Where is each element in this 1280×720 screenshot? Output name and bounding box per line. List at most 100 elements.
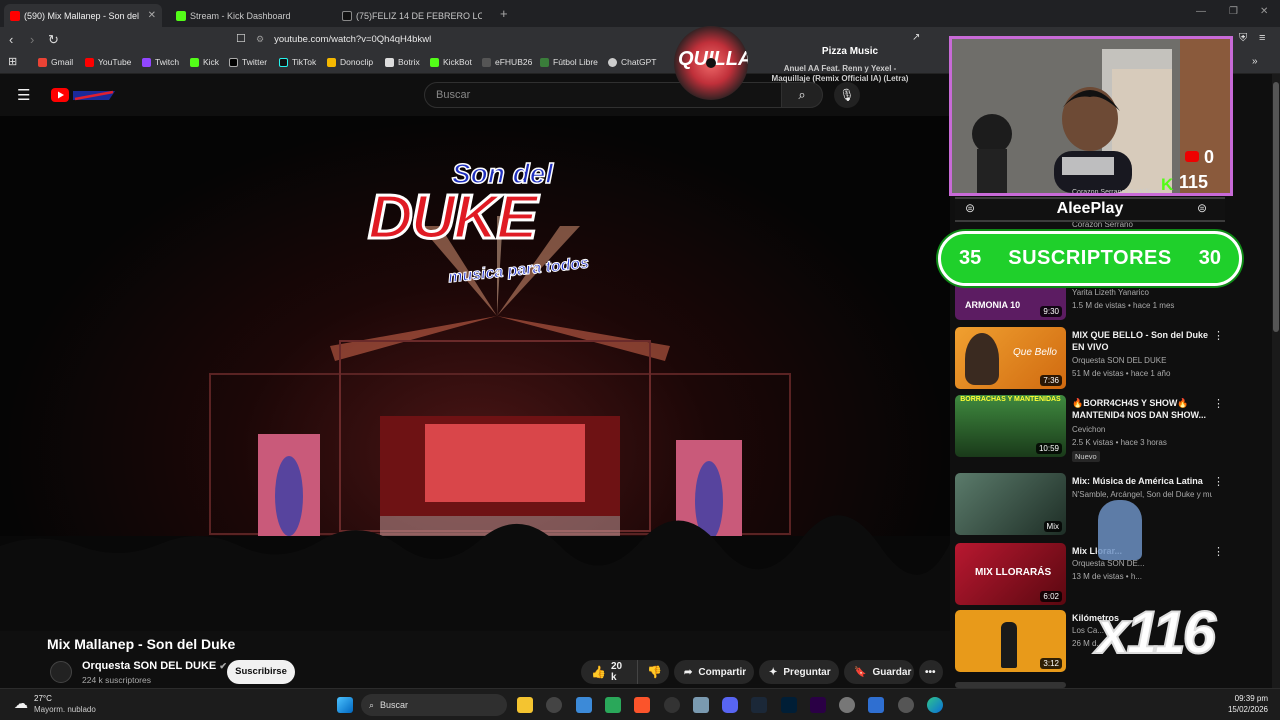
- maximize-icon[interactable]: ❐: [1229, 6, 1238, 17]
- apps-grid-icon[interactable]: ⊞: [8, 55, 17, 68]
- music-title: Pizza Music: [821, 46, 879, 57]
- steam-icon[interactable]: [751, 697, 767, 713]
- rec-channel: N'Samble, Arcángel, Son del Duke y muc..…: [1072, 490, 1212, 499]
- bookmark-tiktok[interactable]: TikTok: [279, 57, 316, 67]
- streamer-name: AleePlay: [1056, 200, 1124, 217]
- media-icon[interactable]: [664, 697, 680, 713]
- rec-more-icon[interactable]: ⋮: [1213, 545, 1224, 558]
- address-bar[interactable]: ⚙ youtube.com/watch?v=0Qh4qH4bkwl: [256, 30, 676, 49]
- tab-youtube[interactable]: (590) Mix Mallanep - Son del ✕: [4, 4, 162, 27]
- ask-button[interactable]: ✦ Preguntar: [759, 660, 839, 684]
- bookmarks-overflow-icon[interactable]: »: [1252, 56, 1258, 67]
- rec-duration: 9:30: [1040, 306, 1062, 317]
- dislike-button[interactable]: 👎: [637, 660, 669, 684]
- taskbar-search[interactable]: ⌕ Buscar: [361, 694, 507, 716]
- discord-icon[interactable]: [722, 697, 738, 713]
- channel-avatar[interactable]: [50, 661, 72, 683]
- rec-more-icon[interactable]: ⋮: [1213, 475, 1224, 488]
- subs-count-right: 30: [1198, 247, 1221, 269]
- brave-icon[interactable]: [634, 697, 650, 713]
- browser-menu-icon[interactable]: ≡: [1259, 32, 1265, 44]
- botrix-icon: [385, 57, 394, 67]
- futbol-libre-icon: [540, 57, 549, 67]
- bookmark-icon[interactable]: ☐: [236, 32, 246, 45]
- logo-tagline: musica para todos: [447, 254, 590, 287]
- new-tab-button[interactable]: +: [500, 6, 508, 21]
- bookmark-twitch[interactable]: Twitch: [142, 57, 179, 67]
- rec-thumbnail[interactable]: MIX LLORARÁS 6:02: [955, 543, 1066, 605]
- rec-more-icon[interactable]: ⋮: [1213, 397, 1224, 410]
- kick-favicon-icon: [176, 10, 186, 21]
- rec-thumbnail[interactable]: Mix: [955, 473, 1066, 535]
- recommendation-item[interactable]: Que Bello 7:36 MIX QUE BELLO - Son del D…: [955, 327, 1225, 389]
- close-tab-icon[interactable]: ✕: [148, 10, 156, 21]
- rec-thumbnail[interactable]: Que Bello 7:36: [955, 327, 1066, 389]
- bookmark-donoclip[interactable]: Donoclip: [327, 57, 373, 67]
- site-info-icon[interactable]: ⚙: [256, 34, 264, 45]
- page-scrollbar[interactable]: [1272, 74, 1280, 688]
- tab-kick-dashboard[interactable]: Stream - Kick Dashboard: [170, 4, 330, 27]
- app-icon-2[interactable]: [605, 697, 621, 713]
- reload-icon[interactable]: ↻: [48, 32, 59, 48]
- subscribe-button[interactable]: Suscribirse: [227, 660, 295, 684]
- notepad-icon[interactable]: [868, 697, 884, 713]
- premiere-icon[interactable]: [810, 697, 826, 713]
- like-button[interactable]: 👍 20 k: [581, 660, 637, 684]
- video-player[interactable]: Son del DUKE musica para todos: [0, 116, 950, 631]
- sparkle-icon: ✦: [769, 666, 778, 678]
- rec-title: MIX QUE BELLO - Son del Duke EN VIVO: [1072, 330, 1209, 352]
- hamburger-menu-icon[interactable]: ☰: [17, 86, 30, 104]
- close-window-icon[interactable]: ✕: [1260, 6, 1268, 17]
- webcam-caption: Corazon Serrano Ft. William: [1072, 189, 1160, 196]
- thumbs-up-icon: 👍: [591, 665, 606, 679]
- back-icon[interactable]: ‹: [9, 32, 13, 47]
- save-button[interactable]: 🔖 Guardar: [844, 660, 914, 684]
- scrollbar-thumb[interactable]: [1273, 82, 1279, 332]
- shield-icon[interactable]: ⛨: [1239, 32, 1247, 45]
- rec-meta: 51 M de vistas • hace 1 año: [1072, 369, 1171, 378]
- bookmark-gmail[interactable]: Gmail: [38, 57, 73, 67]
- player-icon[interactable]: [898, 697, 914, 713]
- app-icon-1[interactable]: [576, 697, 592, 713]
- bookmark-youtube[interactable]: YouTube: [85, 57, 131, 67]
- file-explorer-icon[interactable]: [517, 697, 533, 713]
- settings-gear-icon[interactable]: [839, 697, 855, 713]
- more-actions-button[interactable]: •••: [919, 660, 943, 684]
- bookmark-kick[interactable]: Kick: [190, 57, 219, 67]
- recommendation-item[interactable]: BORRACHAS Y MANTENIDAS 10:59 🔥BORR4CH4S …: [955, 395, 1225, 462]
- tab-tiktok-live[interactable]: (75)FELIZ 14 DE FEBRERO LOKITAS H: [336, 4, 488, 27]
- obs-icon[interactable]: [546, 697, 562, 713]
- rec-thumb-text: MIX LLORARÁS: [975, 567, 1052, 578]
- rec-thumbnail[interactable]: 3:12: [955, 610, 1066, 672]
- bookmark-botrix[interactable]: Botrix: [385, 57, 420, 67]
- bookmark-futbol-libre[interactable]: Fútbol Libre: [540, 57, 598, 67]
- calculator-icon[interactable]: [693, 697, 709, 713]
- recommendation-item[interactable]: MIX LLORARÁS 6:02 Mix Llorar... Orquesta…: [955, 543, 1225, 605]
- bookmark-efhub26[interactable]: eFHUB26: [482, 57, 532, 67]
- recommendation-item[interactable]: Mix Mix: Música de América Latina N'Samb…: [955, 473, 1225, 535]
- webcam-scene: [952, 39, 1230, 193]
- subscriber-goal-overlay: 35 SUSCRIPTORES 30: [938, 231, 1242, 286]
- rec-more-icon[interactable]: ⋮: [1213, 329, 1224, 342]
- minimize-icon[interactable]: —: [1196, 6, 1206, 17]
- clock-time[interactable]: 09:39 pm: [1200, 694, 1268, 703]
- new-badge: Nuevo: [1072, 451, 1100, 462]
- tab-title: (590) Mix Mallanep - Son del: [24, 10, 140, 21]
- clock-date[interactable]: 15/02/2026: [1200, 705, 1268, 714]
- channel-name[interactable]: Orquesta SON DEL DUKE ✔: [82, 660, 227, 672]
- youtube-favicon-icon: [10, 10, 20, 21]
- rec-thumbnail[interactable]: BORRACHAS Y MANTENIDAS 10:59: [955, 395, 1066, 457]
- share-button[interactable]: ➦ Compartir: [674, 660, 754, 684]
- photoshop-icon[interactable]: [781, 697, 797, 713]
- edge-icon[interactable]: [927, 697, 943, 713]
- bookmark-twitter[interactable]: Twitter: [229, 57, 267, 67]
- bookmark-kickbot[interactable]: KickBot: [430, 57, 472, 67]
- browser-tab-bar: (590) Mix Mallanep - Son del ✕ Stream - …: [0, 0, 1280, 27]
- rec-title: 🔥BORR4CH4S Y SHOW🔥 MANTENID4 NOS DAN SHO…: [1072, 398, 1207, 420]
- forward-icon[interactable]: ›: [30, 32, 34, 47]
- tab-title: Stream - Kick Dashboard: [190, 10, 291, 21]
- bookmark-chatgpt[interactable]: ChatGPT: [608, 57, 656, 67]
- youtube-viewer-count: 0: [1204, 147, 1215, 167]
- youtube-logo[interactable]: [51, 87, 117, 103]
- windows-start-icon[interactable]: [337, 697, 353, 713]
